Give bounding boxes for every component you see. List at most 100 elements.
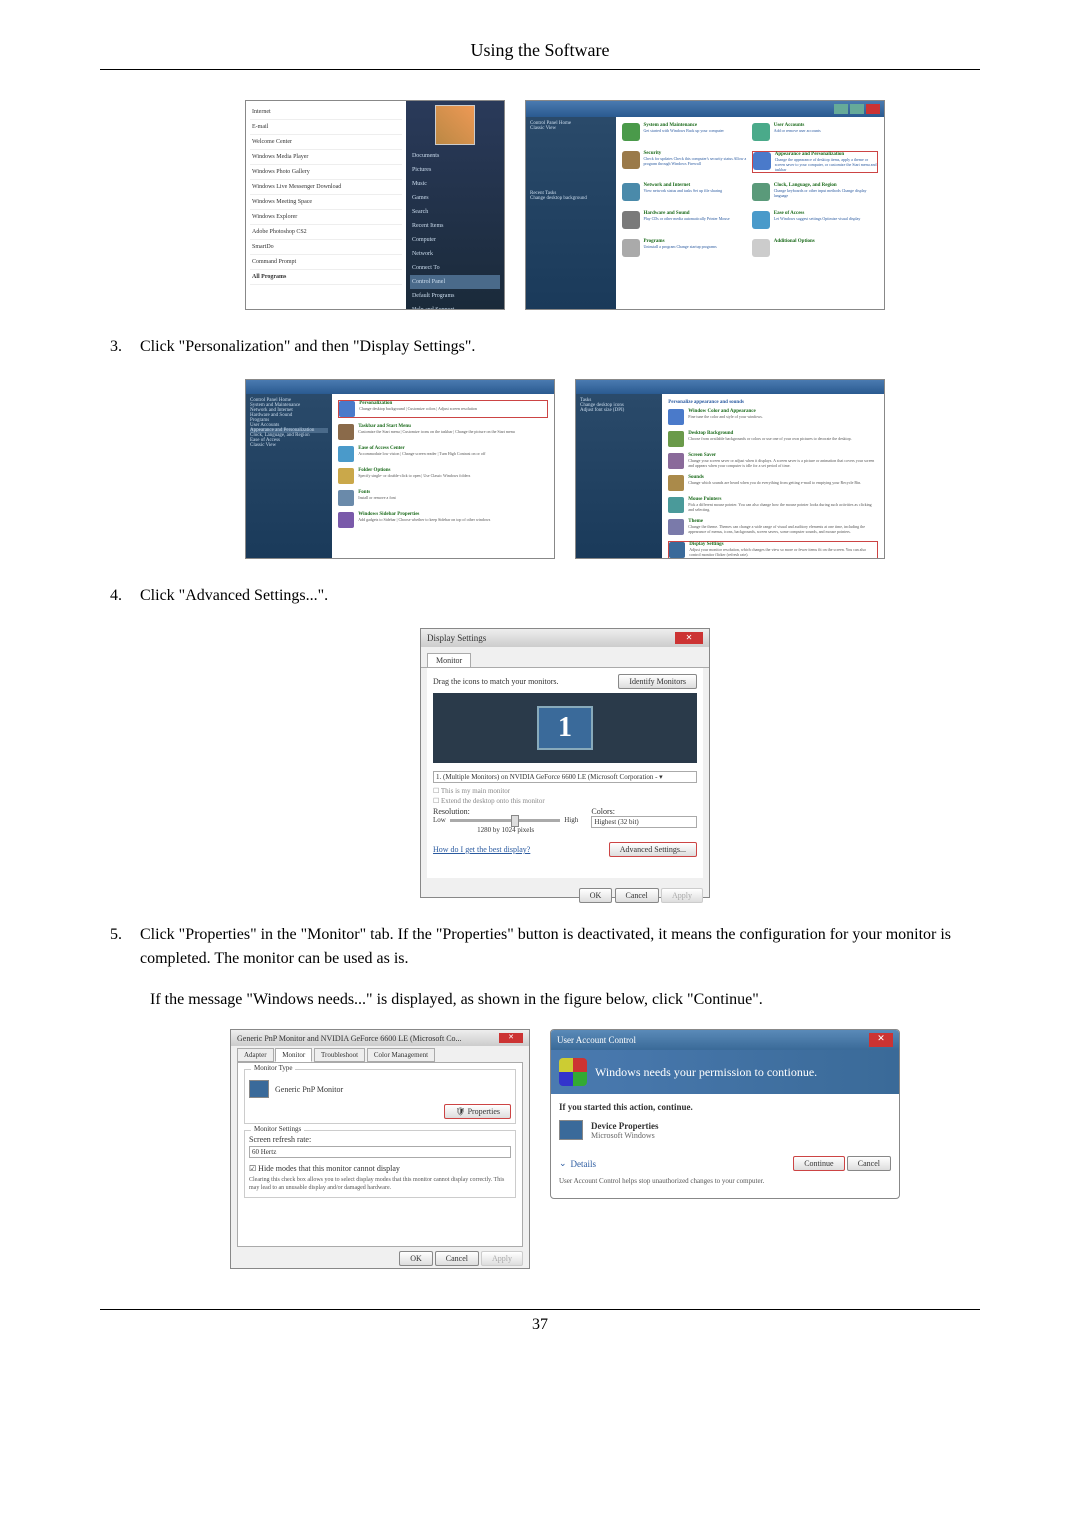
start-item[interactable]: Windows Photo Gallery [250, 165, 402, 180]
colors-label: Colors: [591, 807, 697, 816]
cp-sub: Uninstall a program Change startup progr… [644, 244, 717, 249]
continue-button[interactable]: Continue [793, 1156, 844, 1171]
advanced-settings-button[interactable]: Advanced Settings... [609, 842, 697, 857]
close-button[interactable] [866, 104, 880, 114]
uac-tip-text: User Account Control helps stop unauthor… [559, 1177, 891, 1185]
resolution-slider[interactable]: Low High [433, 816, 578, 824]
maximize-button[interactable] [850, 104, 864, 114]
start-right-item[interactable]: Recent Items [410, 219, 500, 233]
minimize-button[interactable] [834, 104, 848, 114]
window-color-icon [668, 409, 684, 425]
uac-message: Windows needs your permission to contion… [595, 1065, 817, 1080]
p-item[interactable]: Mouse PointersPick a different mouse poi… [668, 497, 878, 513]
start-item[interactable]: Welcome Center [250, 135, 402, 150]
cancel-button[interactable]: Cancel [435, 1251, 479, 1266]
p-item[interactable]: SoundsChange which sounds are heard when… [668, 475, 878, 491]
properties-button[interactable]: 🛡 Properties [444, 1104, 511, 1119]
start-right-item[interactable]: Connect To [410, 261, 500, 275]
start-item[interactable]: Internet [250, 105, 402, 120]
cp-category[interactable]: Additional Options [752, 239, 878, 257]
tab-color-management[interactable]: Color Management [367, 1048, 435, 1062]
cancel-button[interactable]: Cancel [847, 1156, 891, 1171]
start-item[interactable]: Windows Media Player [250, 150, 402, 165]
identify-monitors-button[interactable]: Identify Monitors [618, 674, 697, 689]
personalization-sidebar: Control Panel Home System and Maintenanc… [246, 394, 332, 558]
p-item-highlighted[interactable]: PersonalizationChange desktop background… [338, 400, 548, 418]
close-button[interactable]: ✕ [499, 1033, 523, 1043]
ease-icon [752, 211, 770, 229]
close-button[interactable]: ✕ [869, 1033, 893, 1047]
sidebar-item[interactable]: Adjust font size (DPI) [580, 408, 658, 413]
sounds-icon [668, 475, 684, 491]
p-item[interactable]: Window Color and AppearanceFine tune the… [668, 409, 878, 425]
start-right-item[interactable]: Documents [410, 149, 500, 163]
p-item[interactable]: Windows Sidebar PropertiesAdd gadgets to… [338, 512, 548, 528]
cp-category[interactable]: Clock, Language, and RegionChange keyboa… [752, 183, 878, 201]
tab-adapter[interactable]: Adapter [237, 1048, 274, 1062]
tab-monitor[interactable]: Monitor [427, 653, 471, 667]
colors-dropdown[interactable]: Highest (32 bit) [591, 816, 697, 828]
start-item[interactable]: Windows Meeting Space [250, 195, 402, 210]
start-right-control-panel[interactable]: Control Panel [410, 275, 500, 289]
tab-monitor[interactable]: Monitor [275, 1048, 312, 1062]
start-right-item[interactable]: Games [410, 191, 500, 205]
p-item[interactable]: Taskbar and Start MenuCustomize the Star… [338, 424, 548, 440]
cp-category[interactable]: System and MaintenanceGet started with W… [622, 123, 748, 141]
p-item[interactable]: Folder OptionsSpecify single- or double-… [338, 468, 548, 484]
p-item[interactable]: Desktop BackgroundChoose from available … [668, 431, 878, 447]
start-item[interactable]: Command Prompt [250, 255, 402, 270]
start-item[interactable]: Adobe Photoshop CS2 [250, 225, 402, 240]
monitor-dropdown[interactable]: 1. (Multiple Monitors) on NVIDIA GeForce… [433, 771, 697, 783]
cancel-button[interactable]: Cancel [615, 888, 659, 903]
p-item[interactable]: FontsInstall or remove a font [338, 490, 548, 506]
cp-category[interactable]: User AccountsAdd or remove user accounts [752, 123, 878, 141]
start-item[interactable]: E-mail [250, 120, 402, 135]
p-item[interactable]: ThemeChange the theme. Themes can change… [668, 519, 878, 535]
cp-category[interactable]: Network and InternetView network status … [622, 183, 748, 201]
sidebar-item[interactable]: Change desktop background [530, 196, 612, 201]
cp-category[interactable]: SecurityCheck for updates Check this com… [622, 151, 748, 173]
cp-category[interactable]: ProgramsUninstall a program Change start… [622, 239, 748, 257]
tab-troubleshoot[interactable]: Troubleshoot [314, 1048, 365, 1062]
help-link[interactable]: How do I get the best display? [433, 845, 530, 854]
start-right-item[interactable]: Music [410, 177, 500, 191]
p-item[interactable]: Screen SaverChange your screen saver or … [668, 453, 878, 469]
monitor-1[interactable]: 1 [537, 706, 593, 750]
hide-modes-checkbox[interactable]: ☑ Hide modes that this monitor cannot di… [249, 1164, 511, 1173]
ok-button[interactable]: OK [399, 1251, 433, 1266]
uac-details-toggle[interactable]: ⌄ Details [559, 1158, 596, 1169]
close-button[interactable]: ✕ [675, 632, 703, 644]
cp-category-highlighted[interactable]: Appearance and PersonalizationChange the… [752, 151, 878, 173]
cp-sub: Change keyboards or other input methods … [774, 188, 878, 198]
start-right-item[interactable]: Network [410, 247, 500, 261]
desktop-bg-icon [668, 431, 684, 447]
p-desc: Change desktop background | Customize co… [359, 406, 477, 411]
start-right-item[interactable]: Default Programs [410, 289, 500, 303]
monitor-type-group: Monitor Type Generic PnP Monitor 🛡 Prope… [244, 1069, 516, 1124]
sidebar-icon [338, 512, 354, 528]
cp-sub: View network status and tasks Set up fil… [644, 188, 723, 193]
uac-title-text: User Account Control [557, 1035, 636, 1045]
cp-category[interactable]: Ease of AccessLet Windows suggest settin… [752, 211, 878, 229]
p-item[interactable]: Ease of Access CenterAccommodate low vis… [338, 446, 548, 462]
start-right-item[interactable]: Help and Support [410, 303, 500, 310]
refresh-rate-dropdown[interactable]: 60 Hertz [249, 1146, 511, 1158]
sidebar-item[interactable]: Classic View [250, 443, 328, 448]
start-item[interactable]: SmartDo [250, 240, 402, 255]
start-right-item[interactable]: Computer [410, 233, 500, 247]
ok-button[interactable]: OK [579, 888, 613, 903]
start-item[interactable]: Windows Live Messenger Download [250, 180, 402, 195]
appearance-icon [753, 152, 771, 170]
monitor-preview[interactable]: 1 [433, 693, 697, 763]
cp-category[interactable]: Hardware and SoundPlay CDs or other medi… [622, 211, 748, 229]
start-right-item[interactable]: Pictures [410, 163, 500, 177]
screenshot-row-3: Display Settings ✕ Monitor Drag the icon… [150, 628, 980, 898]
start-item[interactable]: Windows Explorer [250, 210, 402, 225]
p-item-highlighted[interactable]: Display SettingsAdjust your monitor reso… [668, 541, 878, 559]
uac-titlebar: User Account Control ✕ [551, 1030, 899, 1050]
slider-thumb[interactable] [511, 815, 519, 827]
all-programs[interactable]: All Programs [250, 270, 402, 285]
screenshot-row-4: Generic PnP Monitor and NVIDIA GeForce 6… [150, 1029, 980, 1269]
dialog-title: Generic PnP Monitor and NVIDIA GeForce 6… [237, 1034, 462, 1043]
start-right-item[interactable]: Search [410, 205, 500, 219]
